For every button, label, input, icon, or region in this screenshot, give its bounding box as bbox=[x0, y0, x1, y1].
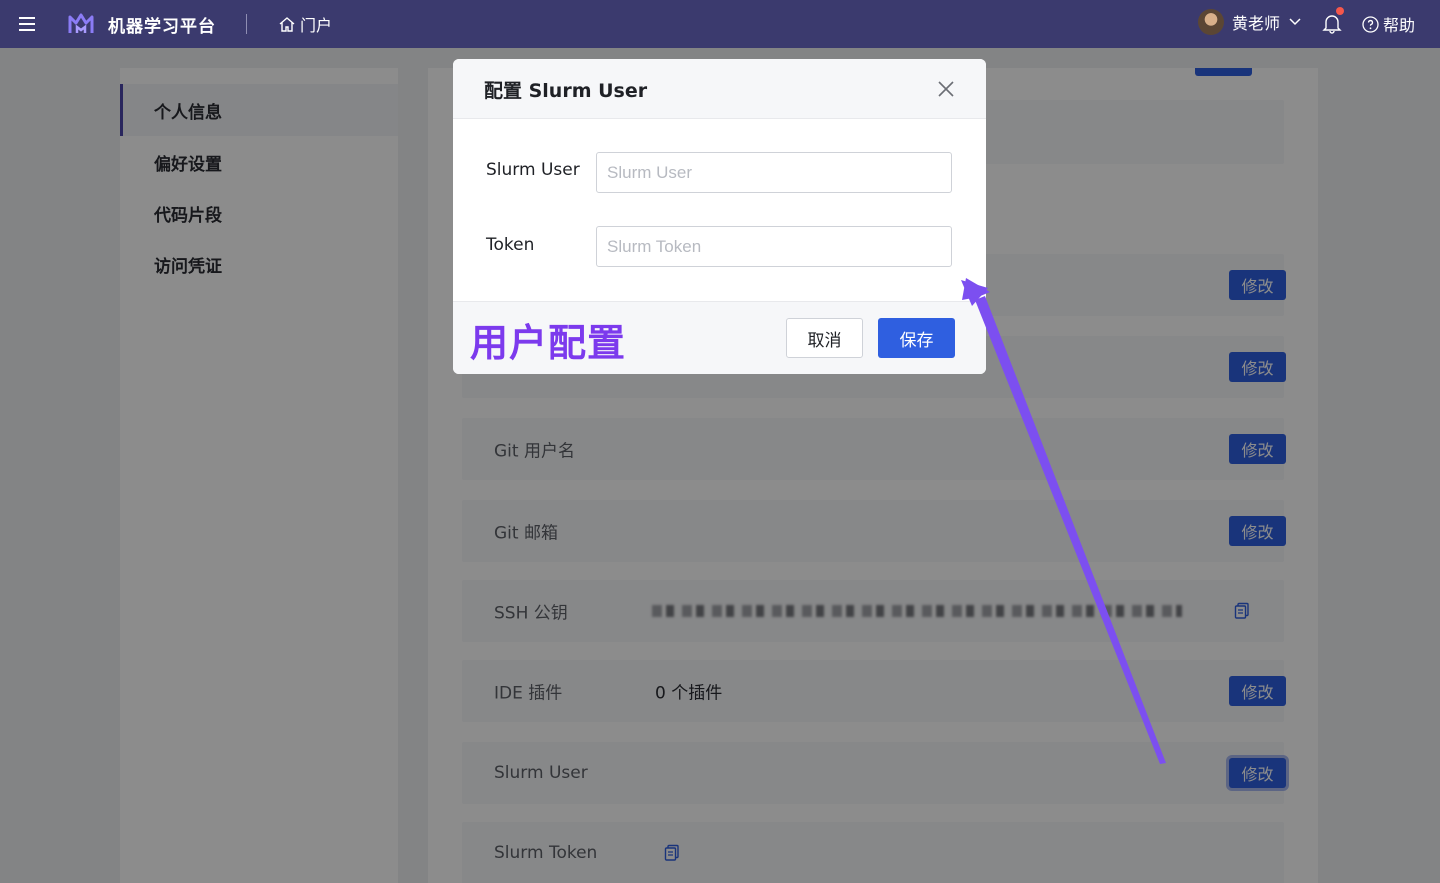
dialog-footer: 用户配置 取消 保存 bbox=[453, 301, 986, 374]
question-circle-icon bbox=[1362, 15, 1379, 33]
user-name: 黄老师 bbox=[1232, 14, 1281, 33]
platform-logo-icon[interactable] bbox=[66, 9, 96, 39]
user-menu[interactable]: 黄老师 bbox=[1198, 9, 1302, 35]
annotation-text: 用户配置 bbox=[470, 321, 627, 365]
cancel-button[interactable]: 取消 bbox=[786, 318, 863, 358]
portal-link[interactable]: 门户 bbox=[278, 12, 332, 36]
slurm-user-label: Slurm User bbox=[486, 160, 580, 180]
chevron-down-icon bbox=[1289, 18, 1301, 26]
slurm-user-input[interactable] bbox=[596, 152, 952, 193]
token-label: Token bbox=[486, 235, 535, 255]
bell-icon[interactable] bbox=[1322, 12, 1342, 34]
portal-label: 门户 bbox=[300, 16, 333, 35]
help-label: 帮助 bbox=[1383, 16, 1416, 35]
avatar bbox=[1198, 9, 1224, 35]
header-divider bbox=[246, 14, 247, 34]
app-title[interactable]: 机器学习平台 bbox=[108, 12, 216, 37]
close-icon[interactable] bbox=[935, 78, 957, 100]
slurm-user-dialog: 配置 Slurm User Slurm User Token 用户配置 取消 保… bbox=[453, 59, 986, 374]
slurm-token-input[interactable] bbox=[596, 226, 952, 267]
dialog-header: 配置 Slurm User bbox=[453, 59, 986, 119]
hamburger-menu-icon[interactable] bbox=[16, 13, 38, 35]
dialog-title: 配置 Slurm User bbox=[484, 80, 648, 102]
save-button[interactable]: 保存 bbox=[878, 318, 955, 358]
notification-dot bbox=[1336, 7, 1344, 15]
help-link[interactable]: 帮助 bbox=[1362, 12, 1415, 36]
top-navigation-bar: 机器学习平台 门户 黄老师 帮助 bbox=[0, 0, 1440, 48]
home-icon bbox=[279, 17, 295, 32]
